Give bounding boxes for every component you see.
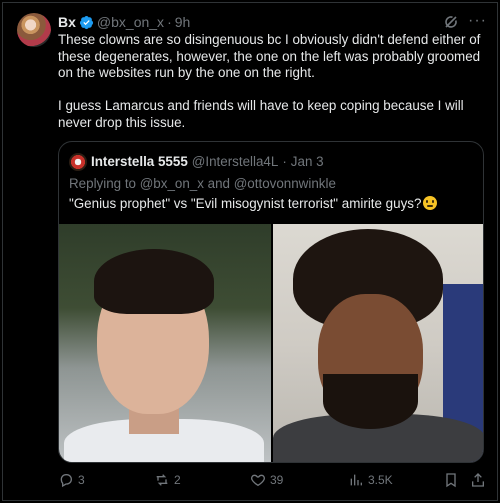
window-frame <box>2 2 498 501</box>
